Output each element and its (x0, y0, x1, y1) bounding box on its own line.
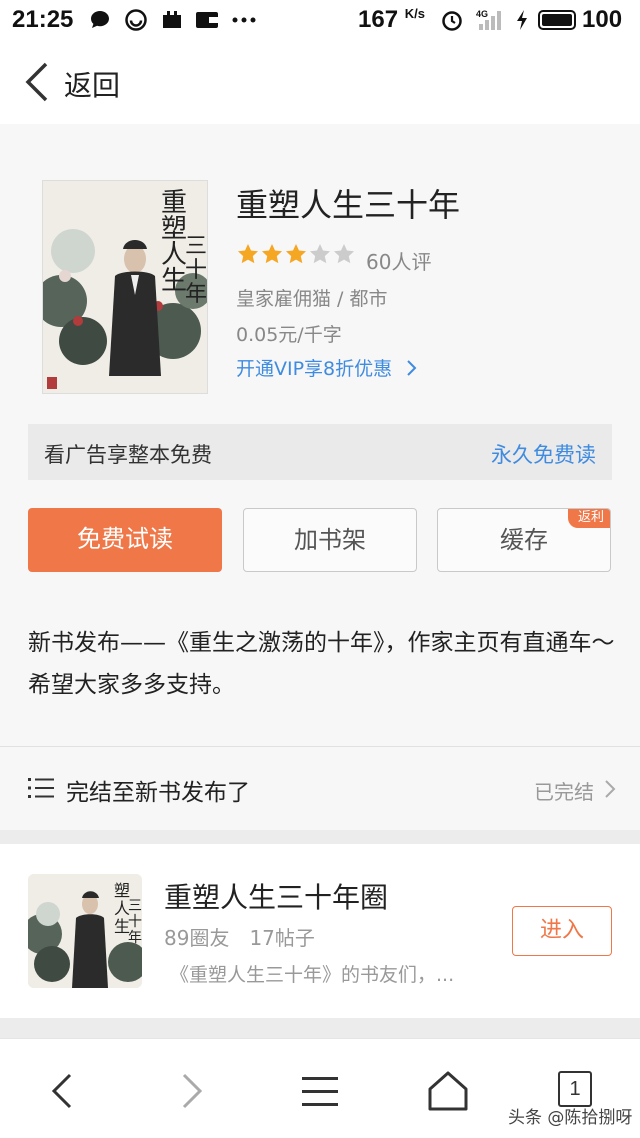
section-gap (0, 1018, 640, 1038)
alarm-icon (440, 8, 464, 37)
circle-posts: 17帖子 (249, 926, 315, 950)
author-genre[interactable]: 皇家雇佣猫 / 都市 (236, 284, 387, 311)
signal-icon: 4G (476, 8, 506, 37)
ad-free-banner[interactable]: 看广告享整本免费 永久免费读 (28, 424, 612, 480)
chat-bubble-icon (88, 8, 112, 37)
nav-forward-icon[interactable] (170, 1069, 214, 1113)
back-button[interactable]: 返回 (0, 40, 140, 124)
svg-text:年: 年 (128, 930, 142, 946)
network-speed: 167 K/s (358, 6, 425, 33)
list-icon (28, 778, 54, 798)
chevron-right-icon (605, 780, 616, 798)
home-icon[interactable] (426, 1069, 470, 1113)
watermark: 头条 @陈拾捌呀 (508, 1108, 633, 1128)
browser-icon (124, 8, 148, 37)
status-time: 21:25 (12, 6, 74, 33)
completion-status: 已完结 (534, 780, 594, 804)
star-empty-icon (334, 244, 354, 264)
add-to-shelf-button[interactable]: 加书架 (243, 508, 417, 572)
cache-label: 缓存 (500, 526, 548, 554)
vip-offer-link[interactable]: 开通VIP享8折优惠 (236, 354, 418, 381)
book-circle-card[interactable]: 塑 人 生 三 十 年 重塑人生三十年圈 89圈友 17帖子 《重塑人生三十年》的… (0, 844, 640, 1018)
cache-button[interactable]: 缓存 返利 (437, 508, 611, 572)
book-detail: 重 塑 人 生 三 十 年 重塑人生三十年 60人评 皇家雇佣猫 / 都市 0.… (0, 124, 640, 830)
battery-icon (538, 10, 576, 30)
rebate-badge: 返利 (567, 509, 610, 528)
svg-text:4G: 4G (476, 9, 488, 19)
book-cover-illustration: 重 塑 人 生 三 十 年 (43, 181, 207, 393)
app-icon (160, 8, 184, 37)
browser-bottom-nav: 1 头条 @陈拾捌呀 (0, 1038, 640, 1138)
svg-text:三: 三 (185, 234, 207, 259)
more-dots-icon (230, 8, 258, 37)
star-filled-icon (286, 244, 306, 264)
svg-text:年: 年 (185, 282, 207, 307)
circle-title: 重塑人生三十年圈 (164, 881, 389, 914)
catalog-row[interactable]: 完结至新书发布了 已完结 (0, 747, 640, 829)
svg-text:十: 十 (128, 914, 142, 930)
nav-back-icon[interactable] (40, 1069, 84, 1113)
rating-count[interactable]: 60人评 (366, 246, 431, 275)
free-forever-link[interactable]: 永久免费读 (491, 439, 596, 469)
wallet-icon (194, 8, 220, 37)
star-filled-icon (262, 244, 282, 264)
section-gap (0, 830, 640, 844)
price-per-kchars: 0.05元/千字 (236, 324, 342, 346)
svg-text:生: 生 (161, 266, 187, 296)
battery-level: 100 (582, 6, 623, 33)
rating-stars (236, 242, 356, 268)
circle-description: 《重塑人生三十年》的书友们，... (170, 964, 455, 986)
svg-text:十: 十 (185, 258, 207, 283)
charging-icon (514, 8, 530, 37)
enter-circle-button[interactable]: 进入 (512, 906, 612, 956)
circle-members: 89圈友 (164, 926, 230, 950)
svg-text:三: 三 (128, 898, 142, 914)
chevron-right-icon (407, 360, 417, 376)
chevron-left-icon (25, 62, 48, 102)
status-bar: 21:25 167 K/s 4G 100 (0, 0, 640, 40)
menu-icon[interactable] (298, 1069, 342, 1113)
star-filled-icon (238, 244, 258, 264)
nav-header: 返回 (0, 40, 640, 124)
vip-offer-label: 开通VIP享8折优惠 (236, 358, 393, 380)
book-description: 新书发布——《重生之激荡的十年》，作家主页有直通车～希望大家多多支持。 (28, 630, 615, 698)
latest-chapter-label: 完结至新书发布了 (66, 780, 250, 806)
back-label: 返回 (64, 69, 121, 102)
free-trial-read-button[interactable]: 免费试读 (28, 508, 222, 572)
book-title: 重塑人生三十年 (236, 186, 461, 224)
circle-stats: 89圈友 17帖子 (164, 922, 315, 951)
ad-free-text: 看广告享整本免费 (44, 443, 212, 467)
circle-cover-illustration: 塑 人 生 三 十 年 (28, 874, 142, 988)
tabs-count-button[interactable]: 1 (558, 1071, 592, 1107)
circle-cover: 塑 人 生 三 十 年 (28, 874, 142, 988)
book-cover[interactable]: 重 塑 人 生 三 十 年 (42, 180, 208, 394)
star-empty-icon (310, 244, 330, 264)
